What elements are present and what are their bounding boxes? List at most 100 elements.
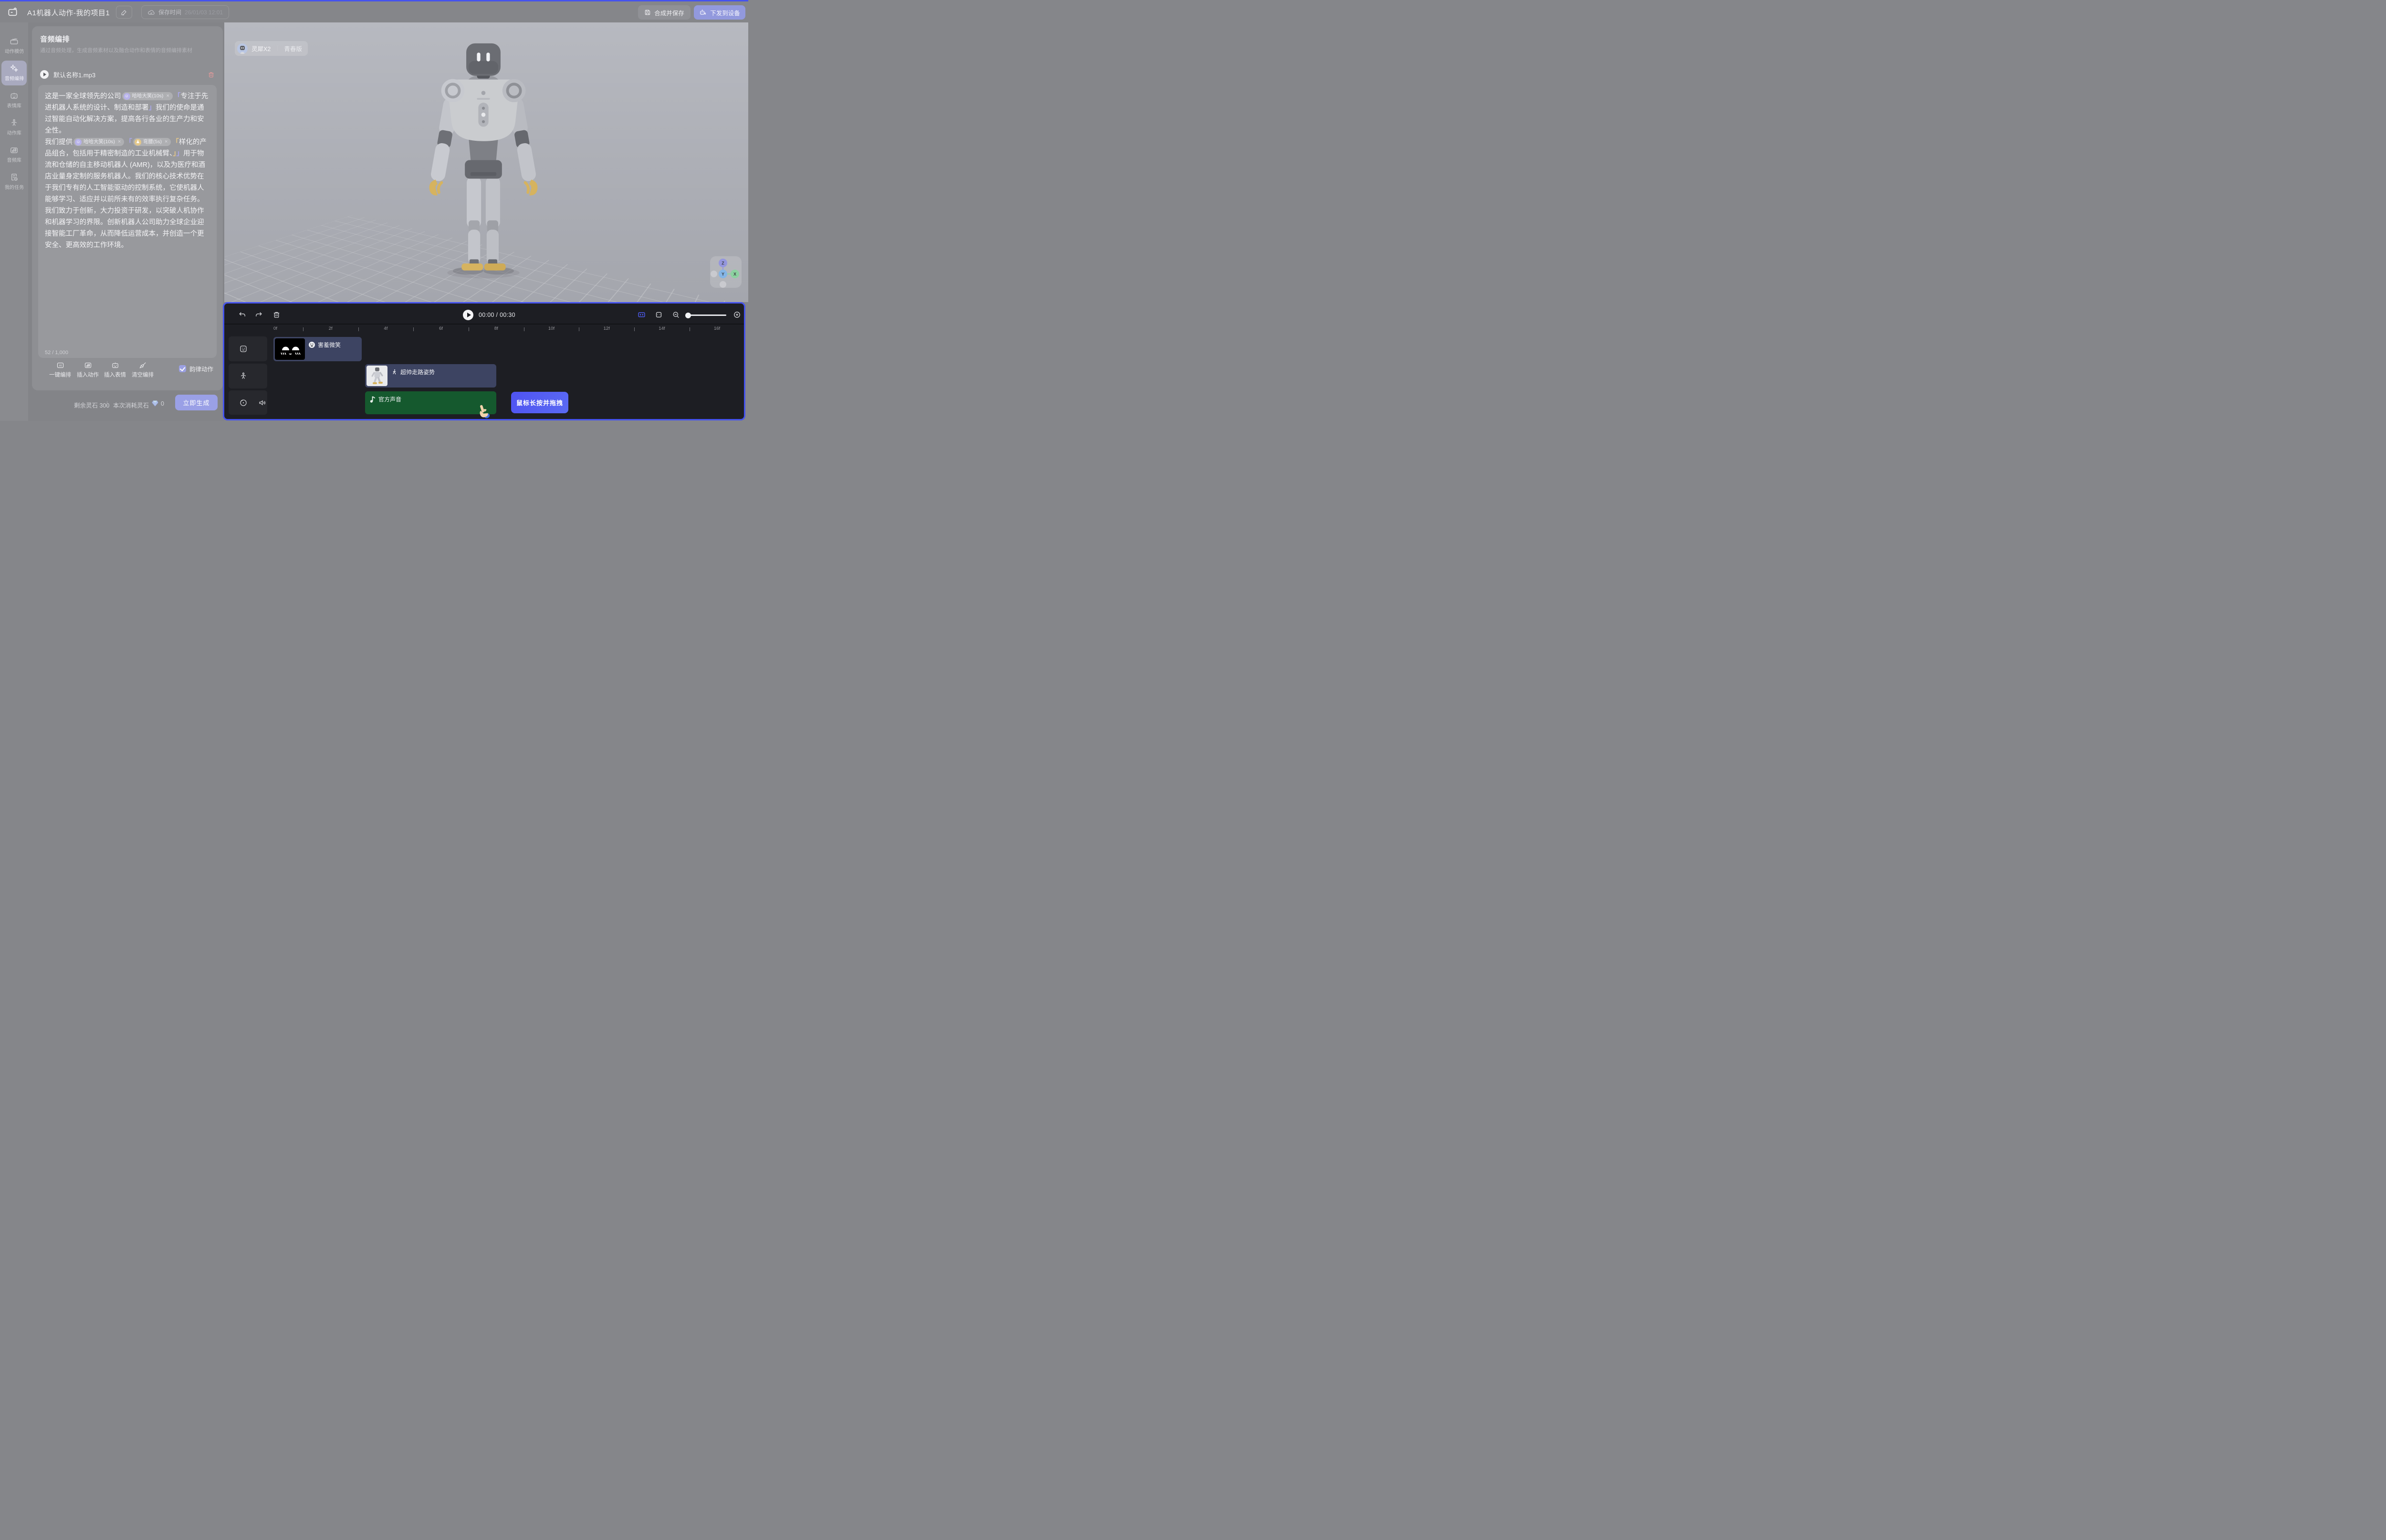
viewport-3d[interactable]: 灵犀X2 ｜ 青春版 Z X Y bbox=[224, 22, 748, 302]
music-box-icon bbox=[10, 146, 19, 155]
sidebar-item-label: 动作库 bbox=[7, 129, 21, 136]
axis-gizmo[interactable]: Z X Y bbox=[710, 256, 742, 288]
svg-text:X: X bbox=[733, 272, 736, 277]
tag-remove-icon[interactable]: × bbox=[118, 138, 121, 146]
expression-tag-icon: ☺ bbox=[75, 139, 82, 146]
ruler-label: 12f bbox=[604, 326, 610, 331]
speaker-icon bbox=[258, 398, 267, 407]
expression-tag[interactable]: ☺哈哈大笑(10s)× bbox=[73, 138, 124, 146]
generate-button[interactable]: 立即生成 bbox=[175, 395, 218, 410]
cost-label: 本次消耗灵石 bbox=[113, 400, 149, 409]
footer-divider: | bbox=[106, 400, 108, 407]
ruler-tick bbox=[634, 327, 635, 331]
bracket-purple: 「 bbox=[125, 138, 132, 146]
ruler-tick bbox=[358, 327, 359, 331]
ruler-label: 4f bbox=[384, 326, 387, 331]
motion-track-icon bbox=[239, 372, 248, 380]
walking-icon bbox=[391, 369, 398, 375]
clip-expression[interactable]: 害羞微笑 bbox=[273, 337, 362, 361]
insert-expression-button[interactable]: 插入表情 bbox=[102, 361, 128, 378]
cost-value: 0 bbox=[161, 400, 164, 407]
undo-button[interactable] bbox=[238, 311, 246, 319]
sidebar-item-my-tasks[interactable]: 我的任务 bbox=[1, 169, 27, 194]
app-logo-icon bbox=[7, 7, 18, 18]
ruler-label: 16f bbox=[714, 326, 720, 331]
sidebar-item-motion-library[interactable]: 动作库 bbox=[1, 115, 27, 140]
play-audio-icon[interactable] bbox=[40, 70, 49, 79]
timeline-zoom-knob[interactable] bbox=[685, 313, 691, 318]
playback-time: 00:00 / 00:30 bbox=[479, 312, 515, 318]
audio-track-header[interactable] bbox=[229, 390, 267, 415]
rhythm-motion-toggle[interactable]: 韵律动作 bbox=[179, 364, 213, 373]
timeline-zoom-slider[interactable] bbox=[687, 314, 726, 316]
rename-button[interactable] bbox=[116, 6, 132, 19]
rhythm-label: 韵律动作 bbox=[189, 364, 213, 373]
editor-text: 这是一家全球领先的公司 bbox=[45, 93, 121, 100]
zoom-in-icon[interactable] bbox=[733, 311, 741, 319]
delete-audio-icon[interactable] bbox=[208, 71, 215, 78]
bracket-orange: 」 bbox=[173, 150, 176, 157]
sidebar-item-label: 我的任务 bbox=[4, 184, 23, 190]
model-variant: 青春版 bbox=[284, 44, 302, 53]
audio-file-row[interactable]: 默认名称1.mp3 bbox=[40, 68, 215, 81]
timeline-ruler[interactable]: 0f2f4f6f8f10f12f14f16f bbox=[224, 325, 744, 335]
bracket-orange: 「 bbox=[172, 138, 179, 146]
tag-remove-icon[interactable]: × bbox=[165, 138, 167, 146]
editor-actions-row: AI 一键编排 插入动作 插 bbox=[38, 360, 217, 384]
bracket-purple: 「 bbox=[174, 93, 181, 100]
clip-motion[interactable]: 超帅走路姿势 bbox=[365, 364, 496, 388]
tag-remove-icon[interactable]: × bbox=[166, 93, 169, 100]
motion-tag[interactable]: ♟弯腰(5s)× bbox=[133, 138, 171, 146]
bracket-purple: 」 bbox=[149, 104, 156, 112]
save-time-value: 26/01/03 12:01 bbox=[185, 9, 223, 16]
gem-icon bbox=[152, 400, 158, 407]
ruler-label: 0f bbox=[273, 326, 277, 331]
sidebar-item-expression-library[interactable]: 表情库 bbox=[1, 88, 27, 113]
clear-arrange-button[interactable]: 清空编排 bbox=[129, 361, 156, 378]
expression-tag[interactable]: ☺哈哈大笑(10s)× bbox=[122, 92, 173, 100]
expression-track-icon bbox=[239, 345, 248, 353]
play-button[interactable] bbox=[463, 310, 473, 320]
zoom-out-icon[interactable] bbox=[672, 311, 680, 319]
expression-thumbnail bbox=[275, 338, 305, 360]
save-status: 保存时间 26/01/03 12:01 bbox=[141, 5, 229, 19]
hand-cursor-icon bbox=[476, 404, 491, 419]
person-icon bbox=[10, 118, 19, 127]
frame-view-icon[interactable] bbox=[655, 311, 663, 319]
merge-save-button[interactable]: 合成并保存 bbox=[638, 5, 691, 20]
robot-model[interactable] bbox=[412, 41, 555, 282]
motion-track-header[interactable] bbox=[229, 364, 267, 388]
panel-title: 音频编排 bbox=[40, 34, 70, 44]
fit-clip-icon[interactable] bbox=[638, 311, 646, 319]
deploy-label: 下发到设备 bbox=[710, 8, 740, 17]
ruler-label: 8f bbox=[494, 326, 498, 331]
sidebar-item-audio-arrange[interactable]: 音频编排 bbox=[1, 61, 27, 85]
deploy-button[interactable]: 下发到设备 bbox=[694, 5, 745, 20]
expression-track-header[interactable] bbox=[229, 336, 267, 361]
audio-arrange-panel: 音频编排 通过音频处理，生成音频素材以及融合动作和表情的音频编排素材 默认名称1… bbox=[32, 26, 223, 390]
redo-button[interactable] bbox=[255, 311, 263, 319]
sidebar-item-motion-mimic[interactable]: 动作模仿 bbox=[1, 33, 27, 58]
ai-icon: AI bbox=[56, 361, 64, 369]
sidebar-item-label: 音频编排 bbox=[4, 75, 23, 82]
broom-icon bbox=[139, 361, 147, 369]
floppy-icon bbox=[644, 9, 651, 16]
rhythm-checkbox[interactable] bbox=[179, 365, 186, 372]
timeline-panel: 00:00 / 00:30 0f2f4f6f8f10f12 bbox=[223, 302, 745, 420]
clip-label: 害羞微笑 bbox=[318, 341, 341, 349]
tag-label: 哈哈大笑(10s) bbox=[132, 93, 164, 100]
script-editor[interactable]: 这是一家全球领先的公司☺哈哈大笑(10s)×「专注于先进机器人系统的设计、制造和… bbox=[38, 85, 217, 358]
sidebar-item-audio-library[interactable]: 音频库 bbox=[1, 142, 27, 167]
svg-text:Y: Y bbox=[722, 272, 724, 277]
sparkles-icon bbox=[10, 64, 19, 73]
one-click-arrange-button[interactable]: AI 一键编排 bbox=[47, 361, 73, 378]
bracket-purple: 」 bbox=[177, 150, 184, 157]
ruler-tick bbox=[413, 327, 414, 331]
delete-clip-button[interactable] bbox=[272, 311, 281, 319]
pencil-icon bbox=[121, 9, 127, 16]
clip-label: 官方声音 bbox=[378, 395, 401, 403]
cloud-check-icon bbox=[147, 9, 155, 16]
insert-motion-button[interactable]: 插入动作 bbox=[74, 361, 101, 378]
drag-tooltip: 鼠标长按并拖拽 bbox=[511, 392, 568, 413]
tag-label: 哈哈大笑(10s) bbox=[84, 138, 115, 146]
